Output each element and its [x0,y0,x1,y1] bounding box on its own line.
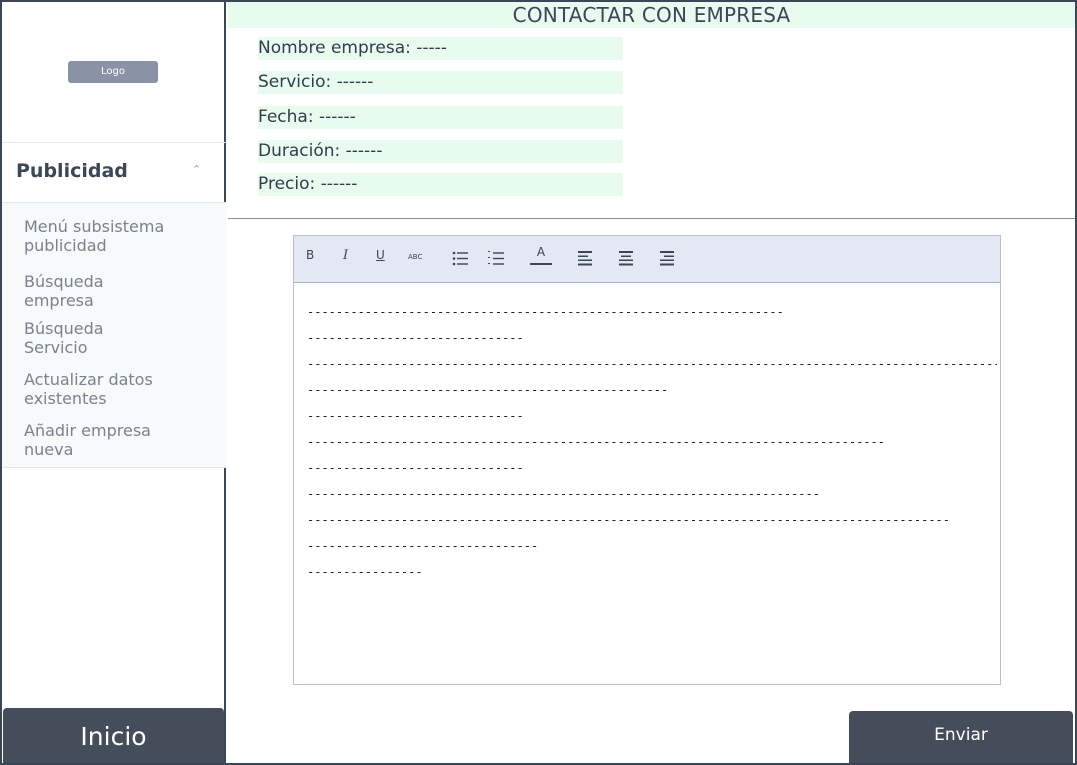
editor-line: ----------------------------------------… [307,435,885,449]
underline-button[interactable]: U [376,248,385,262]
editor-line: ----------------------------------------… [307,383,669,397]
logo-area: Logo [2,2,226,142]
font-color-button[interactable]: A [530,245,552,265]
page-title: CONTACTAR CON EMPRESA [228,2,1075,28]
italic-button[interactable]: I [343,248,348,263]
sidebar-item-busqueda-empresa[interactable]: Búsqueda empresa [24,272,214,310]
field-nombre-empresa: Nombre empresa: ----- [258,37,623,60]
chevron-up-icon: ⌃ [192,163,202,176]
editor-line: ---------------- [307,565,423,579]
sidebar-item-busqueda-servicio[interactable]: Búsqueda Servicio [24,319,214,357]
field-precio: Precio: ------ [258,173,623,196]
align-center-icon[interactable] [618,249,634,271]
editor-line: ----------------------------------------… [307,357,997,371]
color-underline [530,263,552,265]
sidebar-item-label: Menú subsistema publicidad [24,217,165,255]
main-content: CONTACTAR CON EMPRESA Nombre empresa: --… [228,2,1075,763]
editor-line: ----------------------------------------… [307,305,784,319]
field-servicio: Servicio: ------ [258,71,623,94]
section-title: Publicidad [16,160,128,182]
font-color-label: A [536,245,546,259]
editor-line: ------------------------------ [307,461,524,475]
editor-line: ------------------------------ [307,409,524,423]
rich-text-editor[interactable]: B I U ABC A ----------------------------… [293,235,1001,685]
editor-toolbar: B I U ABC A [294,236,1000,283]
editor-line: -------------------------------- [307,539,539,553]
field-fecha: Fecha: ------ [258,106,623,129]
sidebar-item-label: Búsqueda Servicio [24,319,104,357]
editor-line: ----------------------------------------… [307,487,820,501]
send-button[interactable]: Enviar [849,711,1073,763]
field-duracion: Duración: ------ [258,140,623,163]
strikethrough-button[interactable]: ABC [408,253,422,261]
bullet-list-icon[interactable] [452,249,468,271]
sidebar: Logo Publicidad ⌃ Menú subsistema public… [2,2,226,763]
bold-button[interactable]: B [306,248,314,262]
logo: Logo [68,61,158,83]
sidebar-item-anadir-empresa[interactable]: Añadir empresa nueva [24,421,214,459]
divider [228,218,1075,219]
editor-line: ------------------------------ [307,331,524,345]
section-header-publicidad[interactable]: Publicidad ⌃ [2,142,226,203]
editor-line: ----------------------------------------… [307,513,950,527]
sidebar-item-actualizar-datos[interactable]: Actualizar datos existentes [24,370,214,408]
numbered-list-icon[interactable] [488,249,504,271]
editor-content[interactable]: ----------------------------------------… [307,304,997,590]
sidebar-item-label: Añadir empresa nueva [24,421,151,459]
home-button[interactable]: Inicio [3,708,224,763]
align-left-icon[interactable] [578,249,594,271]
align-right-icon[interactable] [658,249,674,271]
sidebar-item-label: Actualizar datos existentes [24,370,153,408]
sidebar-item-label: Búsqueda empresa [24,272,104,310]
sidebar-menu: Menú subsistema publicidad Búsqueda empr… [2,203,226,468]
sidebar-item-menu-subsistema[interactable]: Menú subsistema publicidad [24,217,214,255]
